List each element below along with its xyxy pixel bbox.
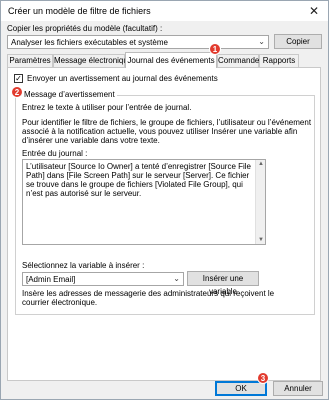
tab-parametres[interactable]: Paramètres [7,54,53,67]
tab-rapports[interactable]: Rapports [259,54,299,67]
chevron-down-icon: ⌄ [258,37,265,46]
chevron-down-icon: ⌄ [173,274,180,283]
scroll-down-icon[interactable]: ▼ [258,237,264,243]
dialog-window: Créer un modèle de filtre de fichiers ✕ … [0,0,329,400]
scroll-up-icon[interactable]: ▲ [258,161,264,167]
tab-journal-des-evenements[interactable]: Journal des événements [125,52,217,68]
log-entry-scrollbar[interactable]: ▲ ▼ [255,160,265,244]
log-entry-text: L’utilisateur [Source Io Owner] a tenté … [26,162,251,198]
copy-props-selected: Analyser les fichiers exécutables et sys… [11,38,168,47]
tab-message-electronique[interactable]: Message électronique [53,54,132,67]
instruction-line-2: associé à la notification actuelle, vous… [22,127,298,136]
instruction-line-1: Pour identifier le filtre de fichiers, l… [22,118,312,127]
callout-badge-1: 1 [209,43,221,55]
callout-badge-2: 2 [11,86,23,98]
insert-variable-button[interactable]: Insérer une variable [187,271,259,296]
tab-panel-journal: ✓ Envoyer un avertissement au journal de… [7,67,321,381]
warning-message-group: Message d’avertissement Entrez le texte … [15,90,315,315]
variable-description-line-2: courrier électronique. [22,298,98,307]
send-warning-checkbox[interactable]: ✓ [14,74,23,83]
instruction-paragraph: Pour identifier le filtre de fichiers, l… [22,118,311,145]
variable-description-line-1: Insère les adresses de messagerie des ad… [22,289,275,298]
instruction-line-3: d’insérer une variable dans votre texte. [22,136,160,145]
variable-select-label: Sélectionnez la variable à insérer : [22,261,145,270]
instruction-text: Entrez le texte à utiliser pour l’entrée… [22,103,192,112]
copy-props-select[interactable]: Analyser les fichiers exécutables et sys… [7,35,269,49]
variable-selected: [Admin Email] [26,275,76,284]
log-entry-label: Entrée du journal : [22,149,88,158]
close-icon[interactable]: ✕ [306,3,322,19]
cancel-button[interactable]: Annuler [273,381,323,396]
log-entry-textarea[interactable]: L’utilisateur [Source Io Owner] a tenté … [22,159,266,245]
tab-commande[interactable]: Commande [217,54,259,67]
variable-select[interactable]: [Admin Email] ⌄ [22,272,184,286]
variable-description: Insère les adresses de messagerie des ad… [22,289,274,307]
copy-props-label: Copier les propriétés du modèle (faculta… [7,24,163,33]
warning-message-title: Message d’avertissement [22,90,117,99]
title-bar: Créer un modèle de filtre de fichiers ✕ [1,1,328,21]
callout-badge-3: 3 [257,372,269,384]
send-warning-label: Envoyer un avertissement au journal des … [27,74,218,83]
window-title: Créer un modèle de filtre de fichiers [8,6,151,16]
copy-button[interactable]: Copier [274,34,322,49]
dialog-body: Copier les propriétés du modèle (faculta… [1,21,328,399]
